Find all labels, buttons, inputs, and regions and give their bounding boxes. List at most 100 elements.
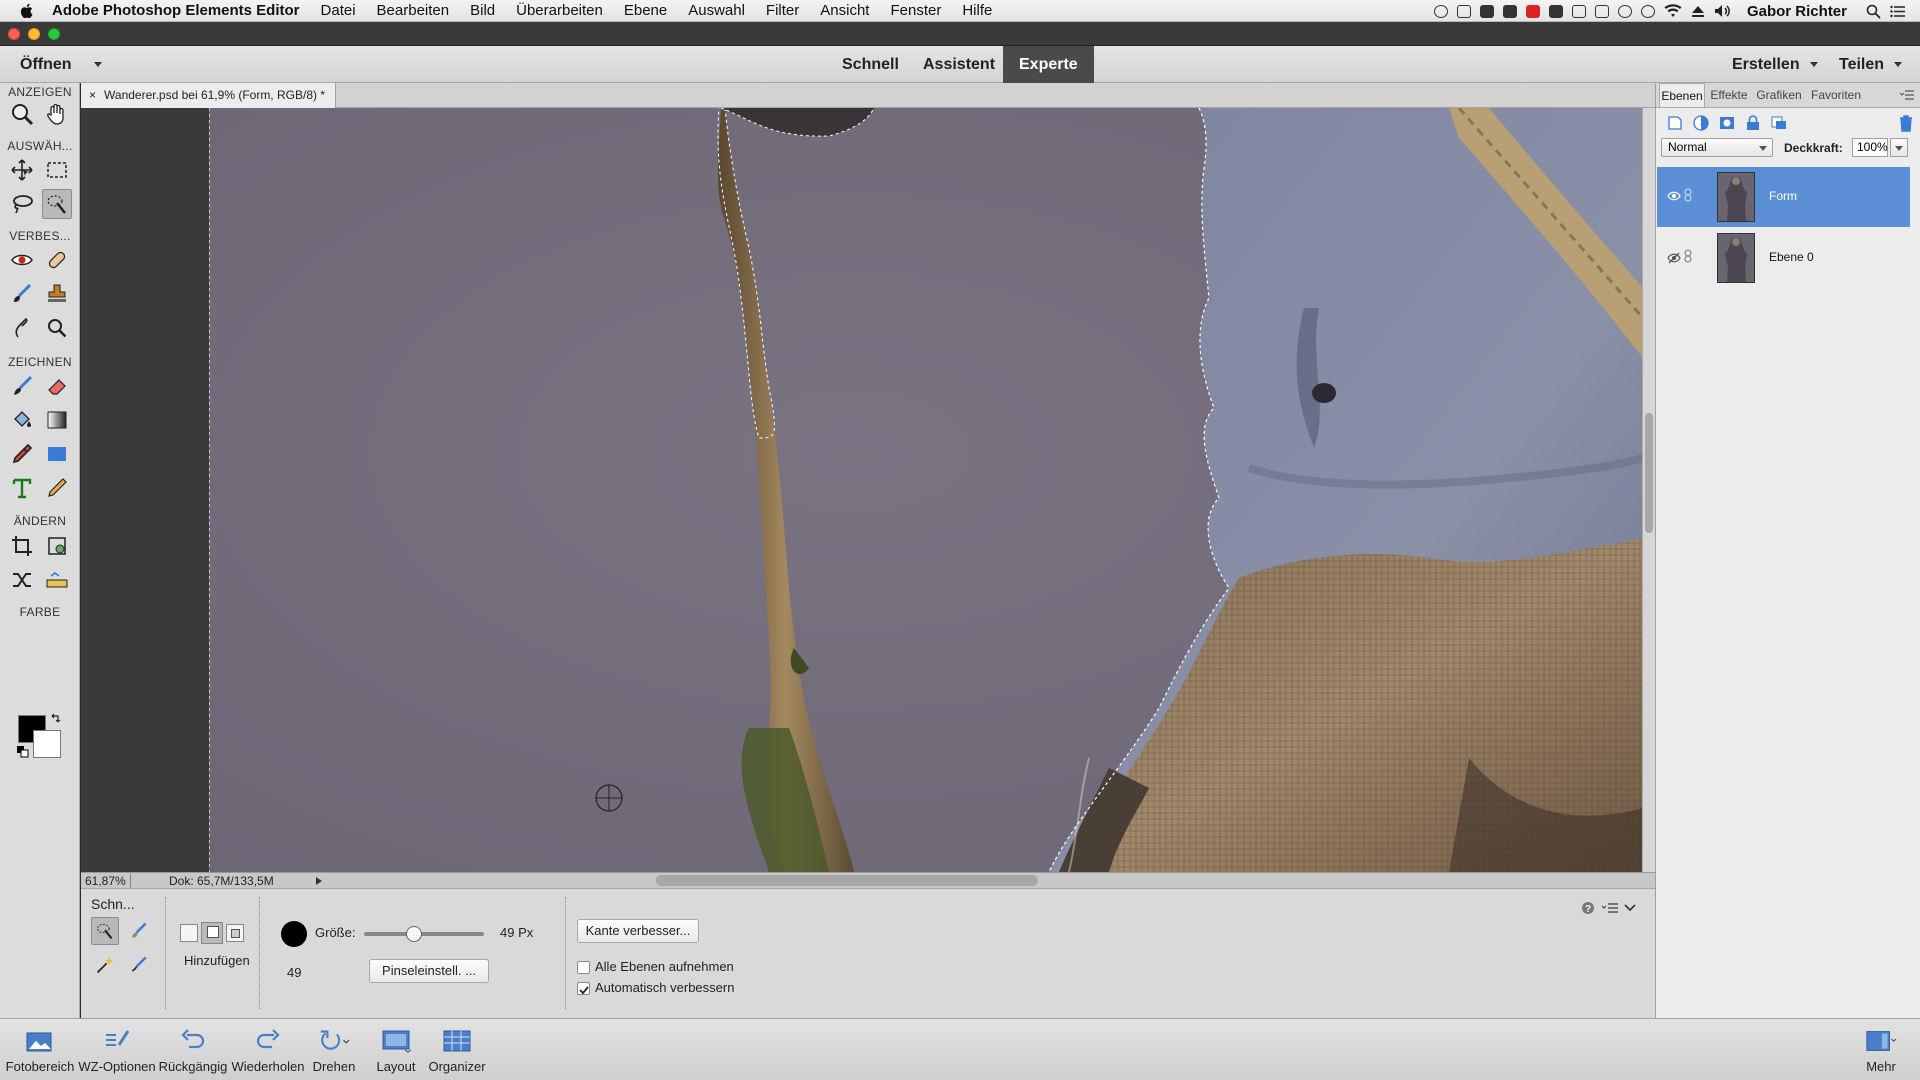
blur-tool[interactable] [7, 313, 37, 343]
new-layer-icon[interactable] [1666, 114, 1684, 132]
new-selection-mode[interactable] [180, 924, 198, 942]
spot-healing-tool[interactable] [42, 245, 72, 275]
paint-bucket-tool[interactable] [7, 405, 37, 435]
lock-all-icon[interactable] [1744, 114, 1762, 132]
background-color-swatch[interactable] [33, 730, 61, 758]
menu-datei[interactable]: Datei [321, 2, 356, 19]
smart-brush-tool[interactable] [7, 279, 37, 309]
eject-icon[interactable] [1691, 5, 1705, 18]
notification-center-icon[interactable] [1890, 5, 1906, 18]
eye-visibility-icon[interactable] [1667, 191, 1681, 201]
layer-mask-icon[interactable] [1718, 114, 1736, 132]
link-icon[interactable] [1684, 249, 1692, 263]
rotate-button[interactable]: Drehen [308, 1019, 360, 1080]
redo-button[interactable]: Wiederholen [230, 1019, 306, 1080]
record-icon[interactable] [1433, 4, 1448, 18]
refine-selection-brush-option[interactable] [125, 951, 153, 979]
brush-tool[interactable] [7, 371, 37, 401]
menu-bild[interactable]: Bild [470, 2, 495, 19]
vertical-scroll-thumb[interactable] [1645, 413, 1653, 533]
size-slider-thumb[interactable] [406, 926, 423, 942]
sample-all-layers-checkbox[interactable] [577, 961, 590, 974]
horizontal-scroll-thumb[interactable] [656, 875, 1038, 886]
mode-experte[interactable]: Experte [1003, 46, 1094, 83]
zoom-window-button[interactable] [48, 28, 60, 40]
recompose-tool[interactable] [42, 531, 72, 561]
menu-auswahl[interactable]: Auswahl [688, 2, 745, 19]
link-icon[interactable] [1684, 188, 1692, 202]
open-button[interactable]: Öffnen [20, 46, 102, 83]
zoom-tool[interactable] [7, 99, 37, 129]
options-menu-icon[interactable] [1602, 902, 1618, 914]
layout-button[interactable]: Layout [370, 1019, 422, 1080]
hand-tool[interactable] [42, 99, 72, 129]
drive-icon[interactable] [1548, 4, 1563, 18]
menu-bearbeiten[interactable]: Bearbeiten [377, 2, 450, 19]
selection-brush-option[interactable] [125, 917, 153, 945]
tab-favoriten[interactable]: Favoriten [1807, 83, 1865, 107]
bluetooth-icon[interactable] [1640, 4, 1655, 18]
tool-options-button[interactable]: WZ-Optionen [76, 1019, 158, 1080]
auto-enhance-checkbox[interactable] [577, 982, 590, 995]
close-tab-icon[interactable]: × [89, 88, 96, 102]
collapse-chevron-icon[interactable] [1624, 903, 1636, 912]
vertical-scrollbar[interactable] [1642, 108, 1655, 872]
cloud-icon[interactable] [1479, 4, 1494, 18]
organizer-button[interactable]: Organizer [426, 1019, 488, 1080]
default-colors-icon[interactable] [17, 746, 29, 758]
red-eye-tool[interactable] [7, 245, 37, 275]
size-slider[interactable] [364, 926, 484, 942]
move-tool[interactable] [7, 155, 37, 185]
shape-tool[interactable] [42, 439, 72, 469]
menu-app-name[interactable]: Adobe Photoshop Elements Editor [52, 2, 300, 19]
spotlight-icon[interactable] [1866, 4, 1881, 19]
crop-tool[interactable] [7, 531, 37, 561]
sponge-tool[interactable] [42, 313, 72, 343]
type-tool[interactable] [7, 473, 37, 503]
quick-selection-tool[interactable] [42, 189, 72, 219]
trash-icon[interactable] [1898, 114, 1914, 132]
menu-fenster[interactable]: Fenster [890, 2, 941, 19]
volume-icon[interactable] [1714, 4, 1732, 18]
share-button[interactable]: Teilen [1839, 46, 1903, 83]
eyedropper-tool[interactable] [7, 439, 37, 469]
wifi-icon[interactable] [1664, 4, 1682, 18]
menu-hilfe[interactable]: Hilfe [962, 2, 992, 19]
zoom-readout[interactable]: 61,87% [85, 874, 126, 888]
tab-effekte[interactable]: Effekte [1707, 83, 1751, 107]
opacity-dropdown[interactable] [1890, 138, 1908, 157]
document-image[interactable] [209, 108, 1643, 872]
brush-preview[interactable] [281, 921, 307, 947]
close-window-button[interactable] [8, 28, 20, 40]
tab-grafiken[interactable]: Grafiken [1753, 83, 1805, 107]
layer-row[interactable]: Ebene 0 [1657, 228, 1910, 288]
gradient-tool[interactable] [42, 405, 72, 435]
evernote-icon[interactable] [1502, 4, 1517, 18]
apple-icon[interactable] [18, 2, 36, 20]
play-arrow-icon[interactable] [315, 876, 323, 886]
panel-menu-icon[interactable] [1900, 90, 1914, 100]
eye-hidden-icon[interactable] [1667, 252, 1681, 264]
eraser-tool[interactable] [42, 371, 72, 401]
menu-ansicht[interactable]: Ansicht [820, 2, 869, 19]
clone-stamp-tool[interactable] [42, 279, 72, 309]
menu-ueberarbeiten[interactable]: Überarbeiten [516, 2, 603, 19]
lock-transparent-icon[interactable] [1770, 114, 1788, 132]
more-button[interactable]: Mehr [1856, 1019, 1906, 1080]
help-icon[interactable]: ? [1581, 901, 1595, 915]
menu-ebene[interactable]: Ebene [624, 2, 667, 19]
battery-icon[interactable] [1594, 4, 1609, 18]
opacity-input[interactable]: 100% [1852, 138, 1888, 157]
content-aware-move-tool[interactable] [7, 565, 37, 595]
canvas-area[interactable] [81, 108, 1655, 872]
menu-filter[interactable]: Filter [766, 2, 799, 19]
minimize-window-button[interactable] [28, 28, 40, 40]
display-icon[interactable] [1456, 4, 1471, 18]
airplane-icon[interactable] [1571, 4, 1586, 18]
adobe-icon[interactable] [1525, 4, 1540, 18]
straighten-tool[interactable] [42, 565, 72, 595]
mode-schnell[interactable]: Schnell [842, 46, 899, 83]
photo-bin-button[interactable]: Fotobereich [4, 1019, 76, 1080]
add-selection-mode[interactable] [201, 922, 223, 944]
mode-assistent[interactable]: Assistent [923, 46, 995, 83]
